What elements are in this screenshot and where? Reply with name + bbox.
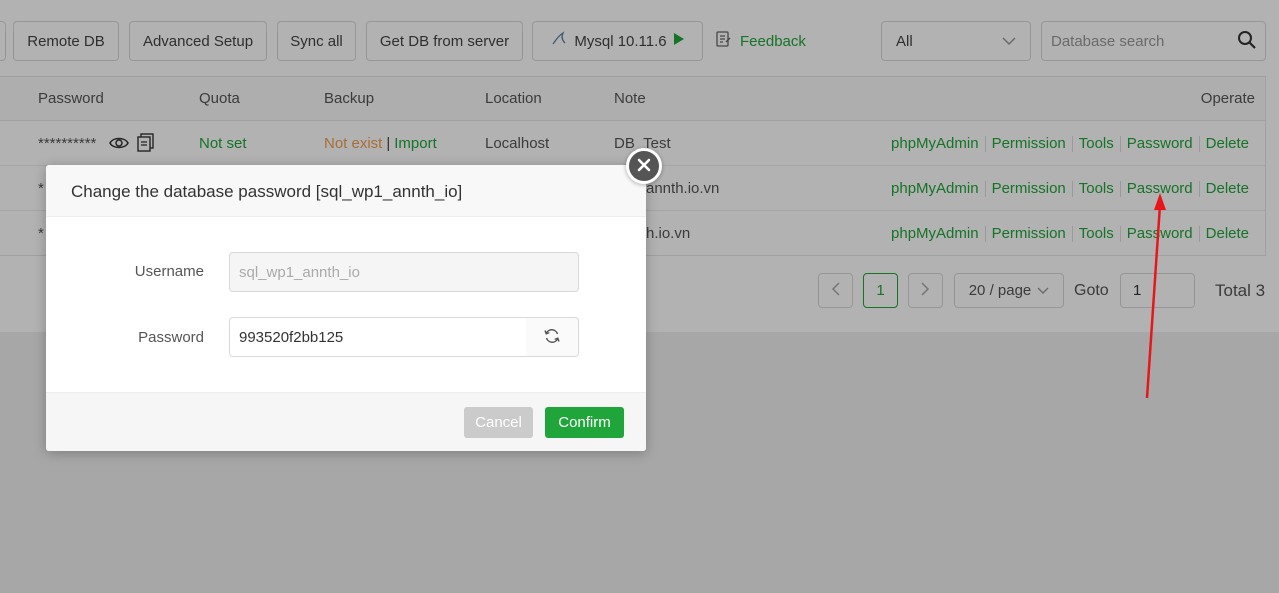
annotation-arrow: [1145, 193, 1166, 399]
